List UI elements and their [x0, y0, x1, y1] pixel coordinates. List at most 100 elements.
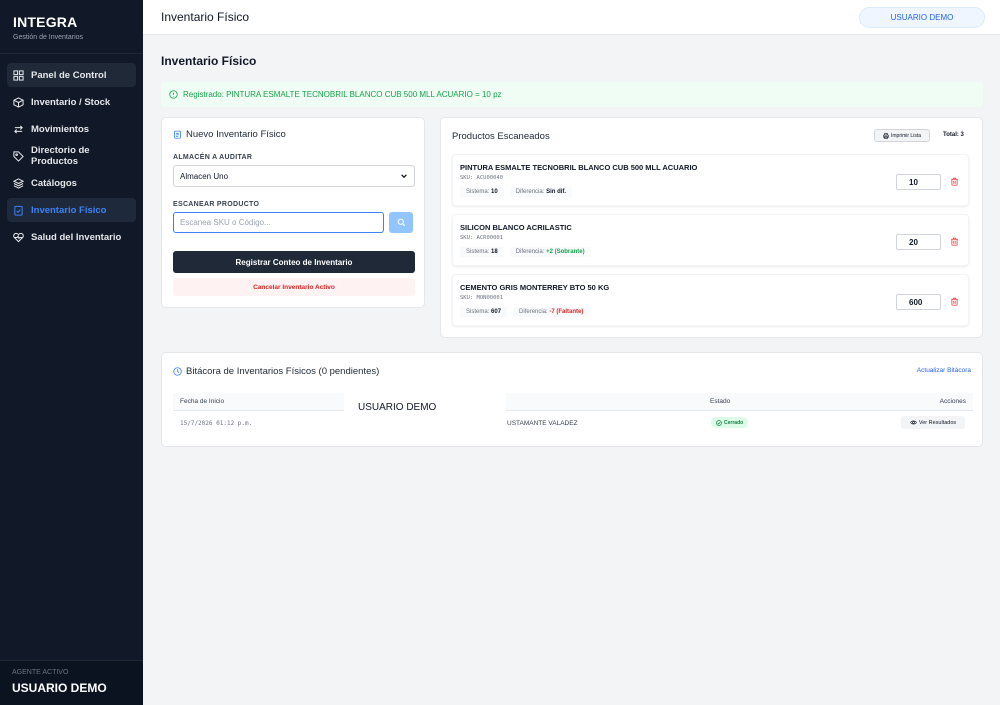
sidebar-item-movimientos[interactable]: Movimientos	[7, 117, 136, 141]
inventory-log-header: Bitácora de Inventarios Físicos (0 pendi…	[173, 366, 379, 377]
sidebar-item-label: Panel de Control	[31, 69, 107, 81]
refresh-log-link[interactable]: Actualizar Bitácora	[917, 367, 971, 374]
column-header-status: Estado	[710, 398, 731, 405]
difference-value: Sin dif.	[546, 189, 567, 195]
sidebar-item-label: Catálogos	[31, 177, 77, 189]
trash-icon[interactable]	[950, 237, 959, 246]
column-header-date: Fecha de Inicio	[180, 398, 225, 405]
inventory-log-card: Bitácora de Inventarios Físicos (0 pendi…	[161, 352, 983, 447]
system-value: 10	[491, 189, 498, 195]
log-user: USTAMANTE VALADEZ	[507, 420, 578, 427]
log-date: 15/7/2026 01:12 p.m.	[180, 420, 253, 427]
sidebar-item-label: Salud del Inventario	[31, 231, 122, 243]
sidebar-item-label: Directorio de Productos	[31, 145, 90, 167]
sidebar-item-label: Inventario / Stock	[31, 96, 111, 108]
check-circle-icon	[169, 90, 178, 99]
brand-title: INTEGRA	[13, 14, 78, 30]
product-name: PINTURA ESMALTE TECNOBRIL BLANCO CUB 500…	[460, 163, 698, 172]
printer-icon	[883, 132, 889, 139]
check-circle-icon	[716, 419, 722, 426]
view-results-button[interactable]: Ver Resultados	[901, 416, 965, 429]
page-title: Inventario Físico	[161, 54, 257, 68]
sidebar-item-inventario-fisico[interactable]: Inventario Físico	[7, 198, 136, 222]
clipboard-icon	[174, 130, 181, 139]
new-inventory-title: Nuevo Inventario Físico	[186, 129, 286, 140]
counted-quantity-input[interactable]: 600	[896, 294, 941, 310]
warehouse-select[interactable]: Almacen Uno	[173, 165, 415, 187]
sidebar-item-panel-de-control[interactable]: Panel de Control	[7, 63, 136, 87]
product-name: CEMENTO GRIS MONTERREY BTO 50 KG	[460, 283, 610, 292]
register-count-button[interactable]: Registrar Conteo de Inventario	[173, 251, 415, 273]
new-inventory-card: Nuevo Inventario Físico ALMACÉN A AUDITA…	[161, 117, 425, 308]
difference-pill: Diferencia: +2 (Sobrante)	[509, 247, 591, 257]
product-meta: Sistema: 10 Diferencia: Sin dif.	[460, 185, 578, 199]
heart-pulse-icon	[13, 232, 24, 243]
counted-quantity-input[interactable]: 10	[896, 174, 941, 190]
sidebar-item-inventario-stock[interactable]: Inventario / Stock	[7, 90, 136, 114]
sidebar-nav: Panel de Control Inventario / Stock Movi…	[0, 54, 143, 249]
product-meta: Sistema: 607 Diferencia: -7 (Faltante)	[460, 305, 595, 319]
user-menu-button[interactable]: USUARIO DEMO	[859, 7, 985, 28]
difference-label: Diferencia:	[515, 189, 545, 195]
system-pill: Sistema: 18	[460, 247, 504, 257]
difference-label: Diferencia:	[519, 309, 548, 315]
layers-icon	[13, 177, 24, 189]
system-pill: Sistema: 607	[460, 307, 508, 317]
scan-search-button[interactable]	[389, 212, 413, 233]
cancel-inventory-button[interactable]: Cancelar Inventario Activo	[173, 278, 415, 296]
clipboard-check-icon	[13, 205, 24, 216]
brand-subtitle: Gestión de Inventarios	[13, 34, 84, 41]
new-inventory-header: Nuevo Inventario Físico	[173, 129, 413, 140]
total-count: Total: 3	[943, 132, 964, 138]
difference-value: -7 (Faltante)	[549, 309, 584, 315]
sidebar-item-catalogos[interactable]: Catálogos	[7, 171, 136, 195]
scanned-product-row: SILICON BLANCO ACRILASTIC SKU: ACR00001 …	[452, 214, 969, 266]
product-sku: SKU: ACR00001	[460, 235, 504, 241]
success-alert: Registrado: PINTURA ESMALTE TECNOBRIL BL…	[161, 82, 983, 107]
box-icon	[13, 96, 24, 108]
difference-value: +2 (Sobrante)	[546, 249, 585, 255]
system-label: Sistema:	[466, 189, 490, 195]
sidebar-item-label: Movimientos	[31, 123, 90, 135]
product-name: SILICON BLANCO ACRILASTIC	[460, 223, 572, 232]
scanned-products-card: Productos Escaneados Imprimir Lista Tota…	[440, 117, 983, 338]
system-label: Sistema:	[466, 249, 490, 255]
scan-label: ESCANEAR PRODUCTO	[173, 201, 260, 208]
log-table-header: Fecha de Inicio Estado Acciones	[173, 393, 973, 411]
difference-label: Diferencia:	[515, 249, 545, 255]
difference-pill: Diferencia: -7 (Faltante)	[513, 307, 590, 317]
trash-icon[interactable]	[950, 297, 959, 306]
sidebar-item-salud-inventario[interactable]: Salud del Inventario	[7, 225, 136, 249]
scan-input[interactable]: Escanea SKU o Código...	[173, 212, 385, 233]
product-sku: SKU: MON00001	[460, 295, 504, 301]
agent-name: USUARIO DEMO	[12, 681, 107, 695]
column-header-actions: Acciones	[939, 398, 966, 405]
scanned-product-row: PINTURA ESMALTE TECNOBRIL BLANCO CUB 500…	[452, 154, 969, 206]
eye-icon	[910, 420, 917, 425]
counted-quantity-input[interactable]: 20	[896, 234, 941, 250]
agent-label: Agente activo	[12, 669, 69, 676]
sidebar-item-directorio-productos[interactable]: Directorio de Productos	[7, 144, 136, 168]
top-bar: Inventario Físico USUARIO DEMO	[143, 0, 1000, 35]
warehouse-selected-value: Almacen Uno	[180, 171, 229, 181]
difference-pill: Diferencia: Sin dif.	[509, 187, 573, 197]
sidebar-item-label: Inventario Físico	[31, 204, 107, 216]
user-tooltip: USUARIO DEMO	[344, 392, 506, 424]
product-sku: SKU: ACU00040	[460, 175, 504, 181]
search-icon	[397, 218, 405, 227]
alert-text: Registrado: PINTURA ESMALTE TECNOBRIL BL…	[183, 90, 502, 99]
scan-row: Escanea SKU o Código...	[173, 212, 413, 233]
system-value: 607	[491, 309, 502, 315]
system-label: Sistema:	[466, 309, 490, 315]
system-value: 18	[491, 249, 498, 255]
print-list-button[interactable]: Imprimir Lista	[874, 129, 930, 142]
arrows-icon	[13, 124, 24, 135]
clock-icon	[173, 367, 182, 376]
warehouse-label: ALMACÉN A AUDITAR	[173, 154, 253, 161]
system-pill: Sistema: 10	[460, 187, 504, 197]
header-title: Inventario Físico	[161, 10, 250, 24]
grid-icon	[13, 69, 24, 81]
view-results-label: Ver Resultados	[918, 419, 957, 426]
scanned-products-title: Productos Escaneados	[452, 131, 550, 142]
trash-icon[interactable]	[950, 177, 959, 186]
